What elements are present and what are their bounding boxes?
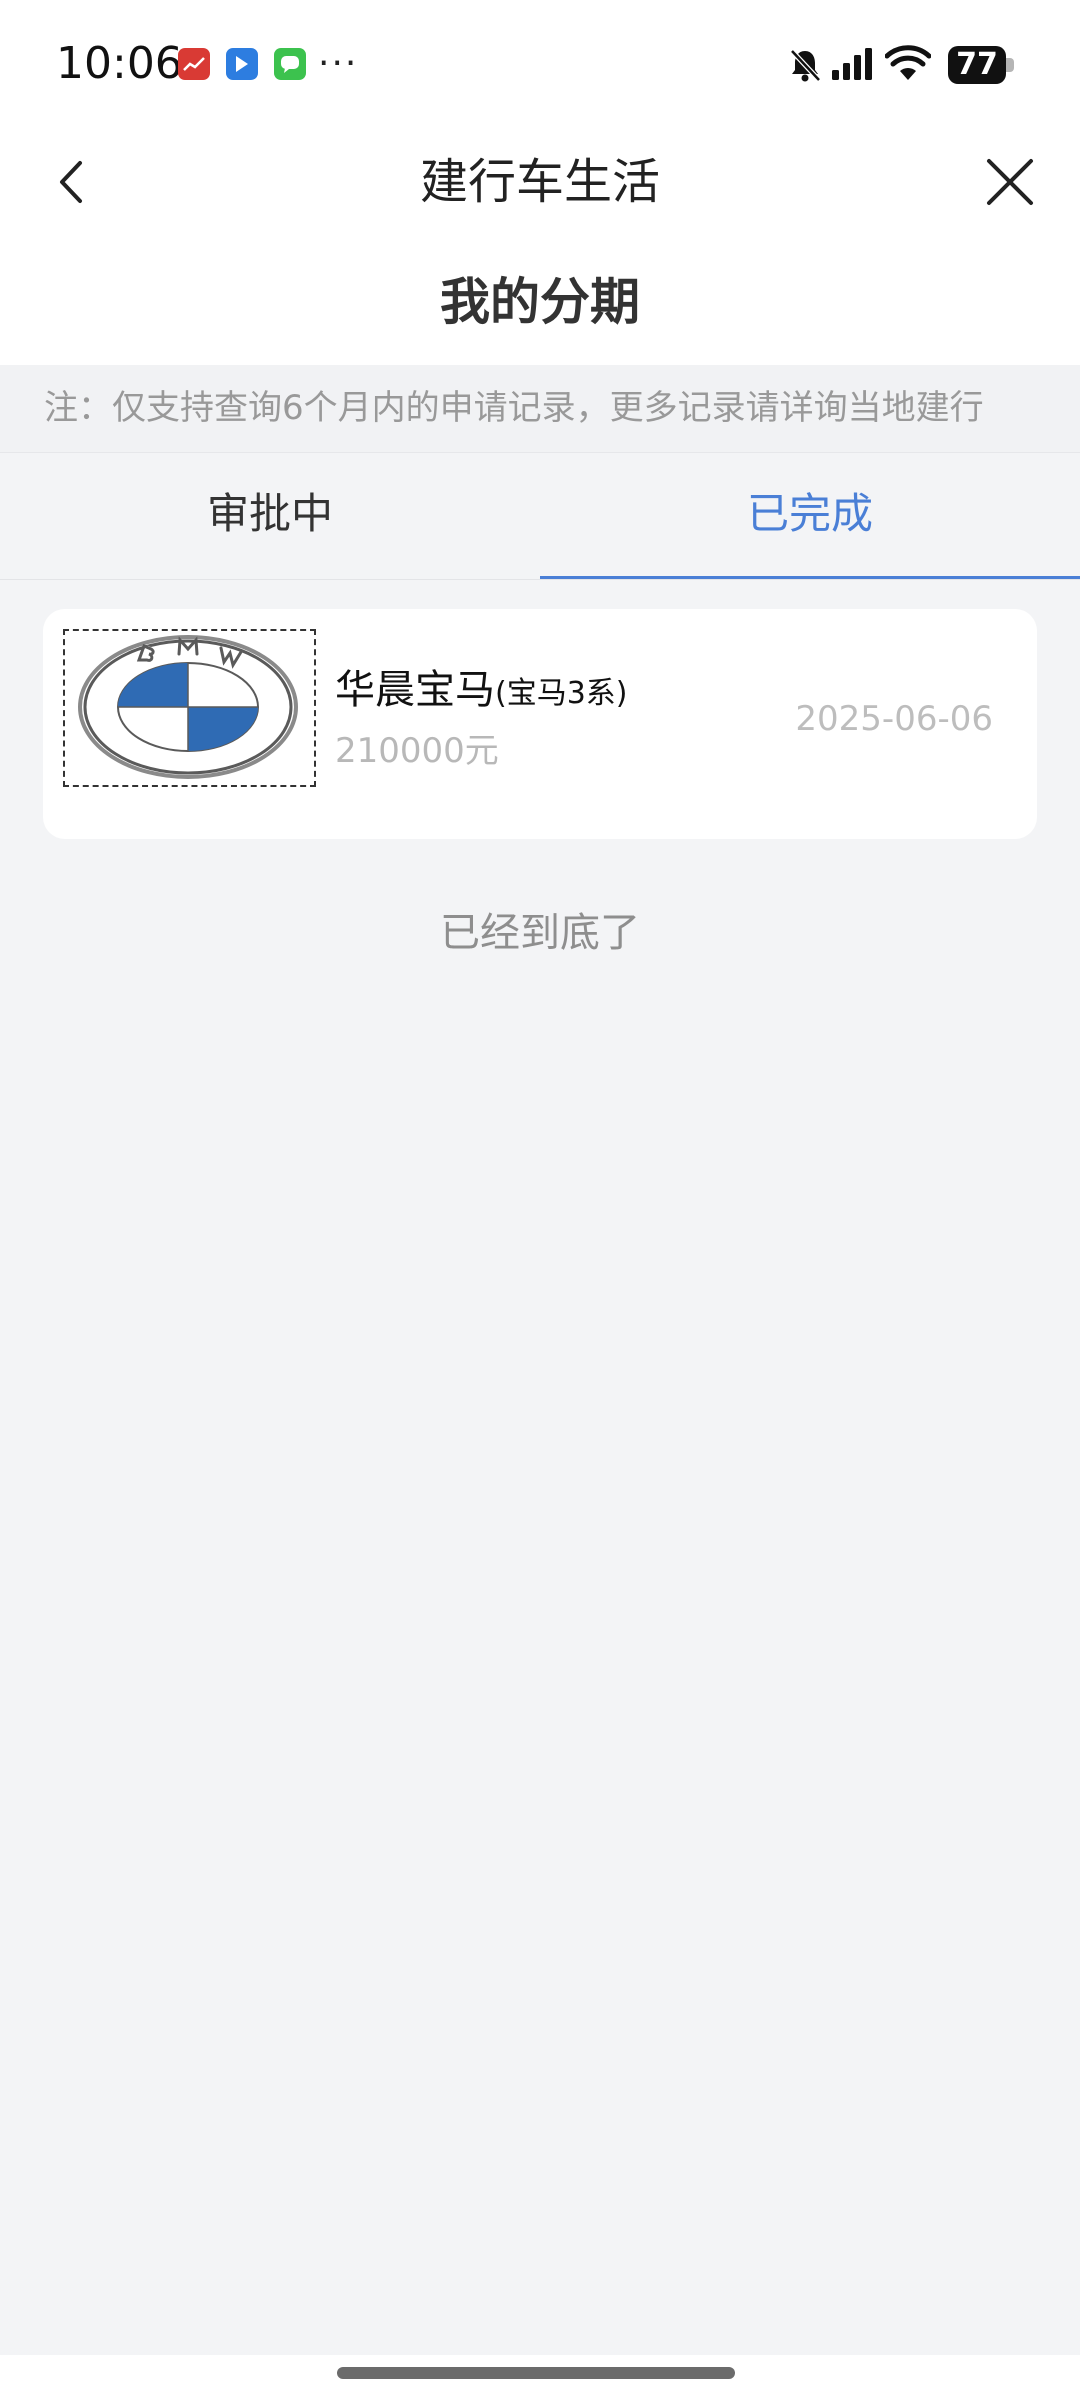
battery-indicator: 77 [948,46,1006,84]
messages-app-icon [274,48,306,80]
record-date: 2025-06-06 [795,699,993,739]
nav-bar: 建行车生活 [0,125,1080,241]
more-notifications: ··· [318,43,359,84]
battery-tip [1006,58,1014,72]
wifi-icon [885,45,931,80]
bluemap-app-icon [226,48,258,80]
page-header: 我的分期 [0,240,1080,365]
bmw-logo-icon [78,635,298,779]
page-title: 我的分期 [440,273,640,331]
vehicle-model: (宝马3系) [495,676,628,711]
dealer-name: 华晨宝马 [335,667,495,713]
tab-pending[interactable]: 审批中 [0,453,540,579]
status-bar: 10:06 ··· 77 [0,0,1080,125]
end-of-list-text: 已经到底了 [440,910,640,956]
notice-banner: 注：仅支持查询6个月内的申请记录，更多记录请详询当地建行 [0,365,1080,453]
signal-icon [832,48,872,80]
notice-text: 注：仅支持查询6个月内的申请记录，更多记录请详询当地建行 [44,388,984,428]
installment-record-card[interactable]: 华晨宝马(宝马3系) 210000元 2025-06-06 [43,609,1037,839]
status-time: 10:06 [56,38,183,89]
home-indicator[interactable] [337,2367,735,2379]
stocks-app-icon [178,48,210,80]
vehicle-name: 华晨宝马(宝马3系) [335,665,628,719]
nav-title: 建行车生活 [419,154,660,210]
tab-completed[interactable]: 已完成 [540,453,1080,579]
app-page: 10:06 ··· 77 建行车生活 我的分期 注：仅支持查询6个月内的申请记录… [0,0,1080,2400]
mute-icon [790,49,821,82]
vehicle-logo [63,629,316,787]
loan-amount: 210000元 [335,731,499,771]
active-tab-indicator [540,576,1080,579]
close-icon [987,159,1033,205]
status-tabs: 审批中 已完成 [0,453,1080,580]
close-button[interactable] [975,147,1045,217]
